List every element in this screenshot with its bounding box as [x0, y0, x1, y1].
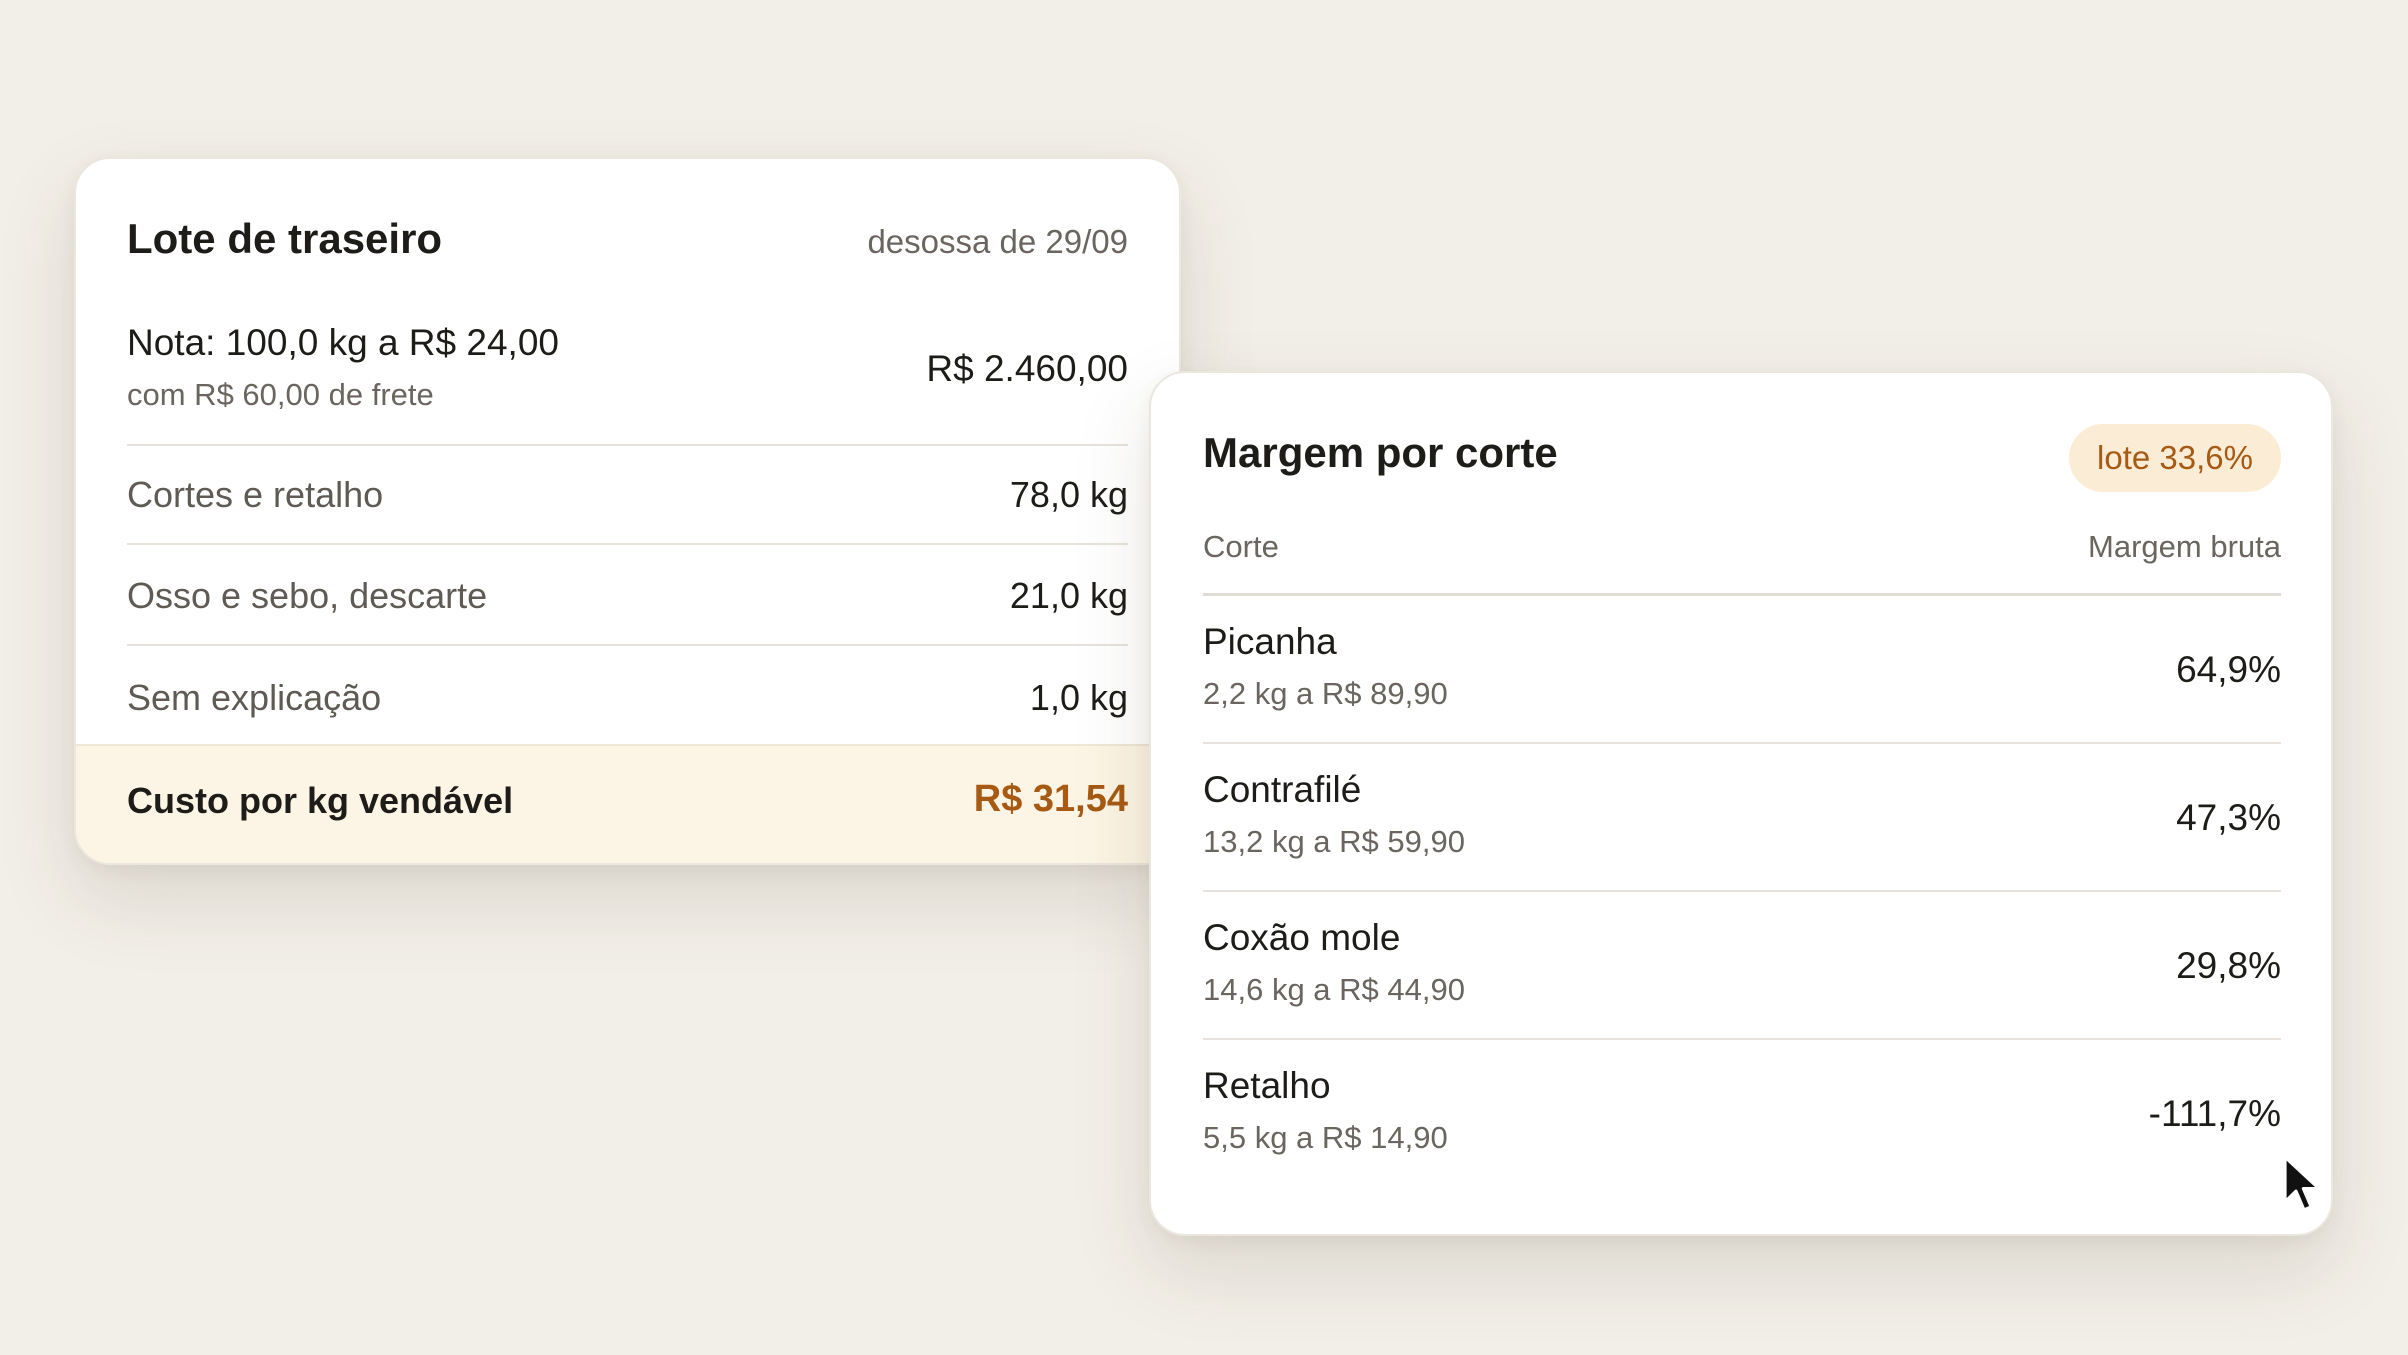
lot-header: Lote de traseiro desossa de 29/09 [127, 215, 1128, 263]
cost-per-kg-bar: Custo por kg vendável R$ 31,54 [76, 744, 1179, 863]
yield-row-cuts: Cortes e retalho 78,0 kg [127, 446, 1128, 545]
cut-list: Picanha 2,2 kg a R$ 89,90 64,9% Contrafi… [1203, 596, 2281, 1188]
table-row[interactable]: Coxão mole 14,6 kg a R$ 44,90 29,8% [1203, 892, 2281, 1040]
yield-row-bone: Osso e sebo, descarte 21,0 kg [127, 547, 1128, 646]
cost-per-kg-label: Custo por kg vendável [127, 780, 514, 821]
yield-label: Sem explicação [127, 676, 382, 718]
cut-detail: 13,2 kg a R$ 59,90 [1203, 824, 1465, 859]
table-row[interactable]: Retalho 5,5 kg a R$ 14,90 -111,7% [1203, 1040, 2281, 1188]
cut-name: Coxão mole [1203, 917, 1401, 958]
table-row[interactable]: Contrafilé 13,2 kg a R$ 59,90 47,3% [1203, 744, 2281, 892]
invoice-total: R$ 2.460,00 [926, 348, 1128, 389]
yield-label: Osso e sebo, descarte [127, 574, 488, 616]
column-header-cut: Corte [1203, 529, 1279, 564]
cut-margin: -111,7% [2148, 1093, 2281, 1134]
yield-value: 1,0 kg [1029, 676, 1128, 718]
invoice-description: Nota: 100,0 kg a R$ 24,00 [127, 322, 559, 363]
mouse-pointer-icon [2283, 1155, 2321, 1212]
yield-value: 21,0 kg [1009, 574, 1128, 616]
yield-row-unexplained: Sem explicação 1,0 kg [127, 648, 1128, 747]
lot-date: desossa de 29/09 [867, 223, 1128, 260]
table-header: Corte Margem bruta [1203, 529, 2281, 596]
margin-title: Margem por corte [1203, 429, 1558, 476]
column-header-margin: Margem bruta [2088, 529, 2281, 564]
invoice-freight: com R$ 60,00 de frete [127, 377, 434, 412]
yield-value: 78,0 kg [1009, 473, 1128, 515]
cut-detail: 14,6 kg a R$ 44,90 [1203, 972, 1465, 1007]
cut-margin: 64,9% [2176, 649, 2281, 690]
margin-card: Margem por corte lote 33,6% Corte Margem… [1149, 371, 2333, 1236]
cut-detail: 5,5 kg a R$ 14,90 [1203, 1120, 1448, 1155]
cut-name: Contrafilé [1203, 769, 1362, 810]
cut-margin: 29,8% [2176, 945, 2281, 986]
cut-detail: 2,2 kg a R$ 89,90 [1203, 676, 1448, 711]
cost-per-kg-value: R$ 31,54 [973, 778, 1128, 820]
invoice-row: Nota: 100,0 kg a R$ 24,00 com R$ 60,00 d… [127, 322, 1128, 446]
lot-title: Lote de traseiro [127, 215, 443, 262]
yield-label: Cortes e retalho [127, 473, 384, 515]
lot-card: Lote de traseiro desossa de 29/09 Nota: … [74, 157, 1181, 865]
lot-margin-badge: lote 33,6% [2069, 424, 2281, 492]
cut-name: Picanha [1203, 621, 1337, 662]
cut-margin: 47,3% [2176, 797, 2281, 838]
cut-name: Retalho [1203, 1065, 1331, 1106]
table-row[interactable]: Picanha 2,2 kg a R$ 89,90 64,9% [1203, 596, 2281, 744]
